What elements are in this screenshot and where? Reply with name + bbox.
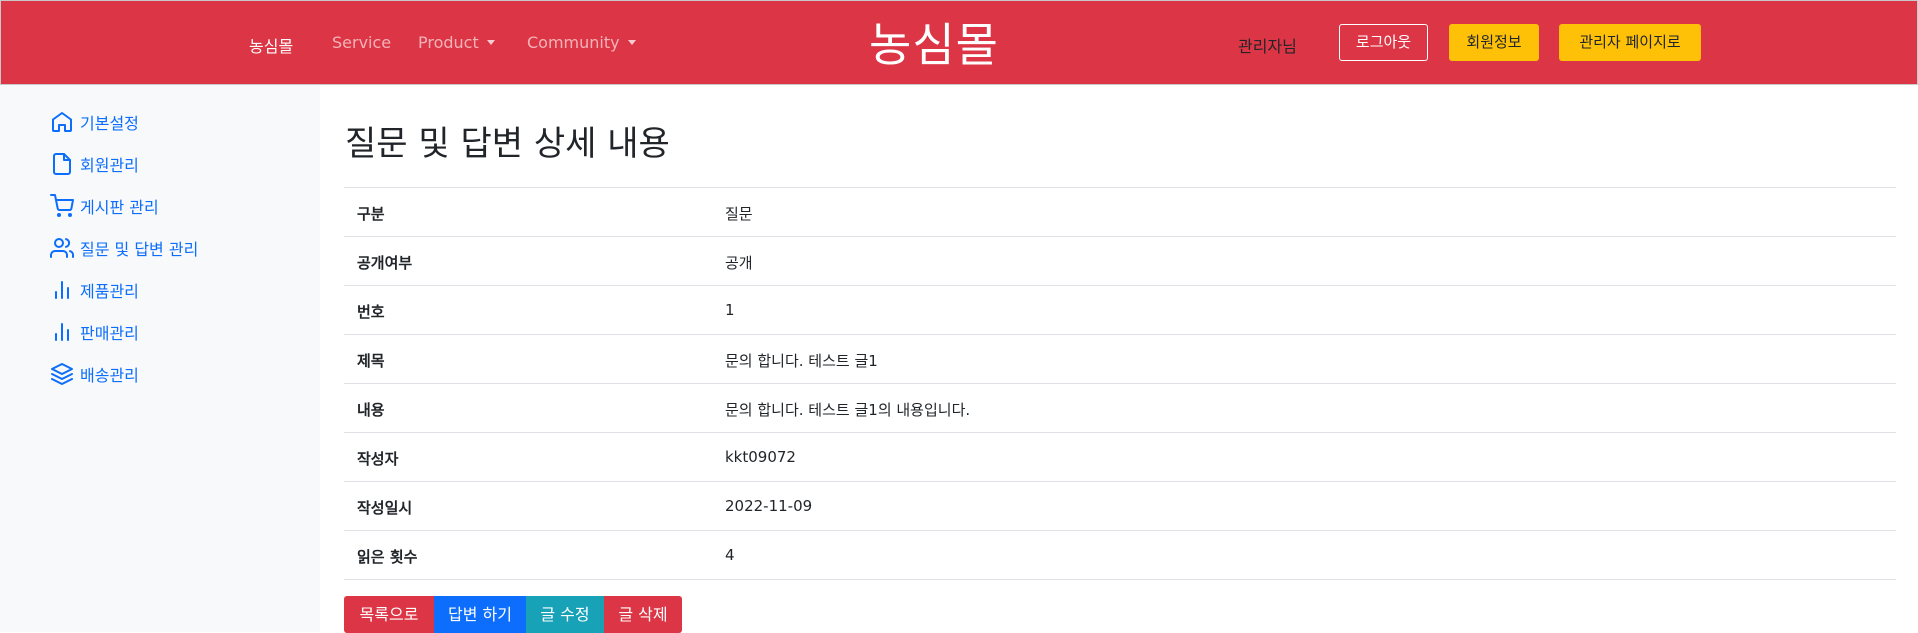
logout-button[interactable]: 로그아웃: [1339, 24, 1428, 61]
row-value: 문의 합니다. 테스트 글1: [725, 352, 878, 370]
row-value: 1: [725, 301, 735, 319]
nav-community-label: Community: [527, 33, 620, 52]
chevron-down-icon: [486, 40, 495, 45]
sidebar-item-label: 배송관리: [80, 366, 139, 385]
top-navbar: 농심몰 Service Product Community 농심몰 관리자님 로…: [0, 0, 1918, 85]
reply-button[interactable]: 답변 하기: [434, 596, 526, 633]
row-label: 내용: [357, 401, 385, 419]
row-label: 읽은 횟수: [357, 548, 418, 566]
site-brand[interactable]: 농심몰: [869, 9, 999, 75]
table-row: 구분 질문: [344, 188, 1896, 237]
nav-community-dropdown[interactable]: Community: [527, 33, 636, 52]
users-icon: [50, 238, 74, 258]
delete-post-button[interactable]: 글 삭제: [604, 596, 682, 633]
page-title: 질문 및 답변 상세 내용: [345, 124, 670, 164]
row-value: 2022-11-09: [725, 497, 813, 515]
row-value: 4: [725, 546, 735, 564]
table-row: 제목 문의 합니다. 테스트 글1: [344, 335, 1896, 384]
sidebar: 기본설정 회원관리 게시판 관리 질문 및 답변 관리 제품관리 판매관리 배송…: [0, 85, 320, 632]
sidebar-item-members[interactable]: 회원관리: [50, 150, 139, 178]
table-row: 공개여부 공개: [344, 237, 1896, 286]
table-row: 번호 1: [344, 286, 1896, 335]
table-row: 내용 문의 합니다. 테스트 글1의 내용입니다.: [344, 384, 1896, 433]
row-label: 공개여부: [357, 254, 413, 272]
back-to-list-button[interactable]: 목록으로: [344, 596, 434, 633]
sidebar-item-basic-settings[interactable]: 기본설정: [50, 108, 139, 136]
row-label: 제목: [357, 352, 385, 370]
nav-home-link[interactable]: 농심몰: [249, 33, 293, 57]
nav-product-dropdown[interactable]: Product: [418, 33, 495, 52]
cart-icon: [50, 194, 74, 217]
nav-product-label: Product: [418, 33, 479, 52]
detail-table: 구분 질문 공개여부 공개 번호 1 제목 문의 합니다. 테스트 글1 내용 …: [344, 187, 1896, 580]
row-value: 문의 합니다. 테스트 글1의 내용입니다.: [725, 401, 971, 419]
row-label: 작성자: [357, 450, 399, 468]
row-value: 질문: [725, 205, 753, 223]
table-row: 읽은 횟수 4: [344, 531, 1896, 580]
bar-chart-icon: [55, 323, 69, 341]
nav-service-link[interactable]: Service: [332, 33, 391, 52]
action-button-group: 목록으로 답변 하기 글 수정 글 삭제: [344, 596, 682, 633]
sidebar-item-label: 게시판 관리: [80, 198, 159, 217]
row-label: 작성일시: [357, 499, 413, 517]
sidebar-item-sales[interactable]: 판매관리: [50, 318, 139, 346]
admin-page-button[interactable]: 관리자 페이지로: [1559, 24, 1701, 61]
user-greeting: 관리자님: [1238, 37, 1297, 56]
row-value: kkt09072: [725, 448, 796, 466]
table-row: 작성자 kkt09072: [344, 433, 1896, 482]
sidebar-item-qna[interactable]: 질문 및 답변 관리: [50, 234, 198, 262]
bar-chart-icon: [55, 281, 69, 299]
sidebar-item-board[interactable]: 게시판 관리: [50, 192, 159, 220]
file-icon: [53, 153, 71, 175]
home-icon: [52, 112, 72, 132]
member-info-button[interactable]: 회원정보: [1449, 24, 1539, 61]
sidebar-item-label: 질문 및 답변 관리: [80, 240, 199, 259]
table-row: 작성일시 2022-11-09: [344, 482, 1896, 531]
sidebar-item-label: 제품관리: [80, 282, 139, 301]
sidebar-item-label: 회원관리: [80, 156, 139, 175]
row-value: 공개: [725, 254, 753, 272]
sidebar-item-delivery[interactable]: 배송관리: [50, 360, 139, 388]
layers-icon: [51, 363, 73, 385]
sidebar-item-label: 기본설정: [80, 114, 139, 133]
sidebar-item-label: 판매관리: [80, 324, 139, 343]
row-label: 구분: [357, 205, 385, 223]
row-label: 번호: [357, 303, 385, 321]
edit-post-button[interactable]: 글 수정: [526, 596, 604, 633]
sidebar-item-products[interactable]: 제품관리: [50, 276, 139, 304]
chevron-down-icon: [627, 40, 636, 45]
